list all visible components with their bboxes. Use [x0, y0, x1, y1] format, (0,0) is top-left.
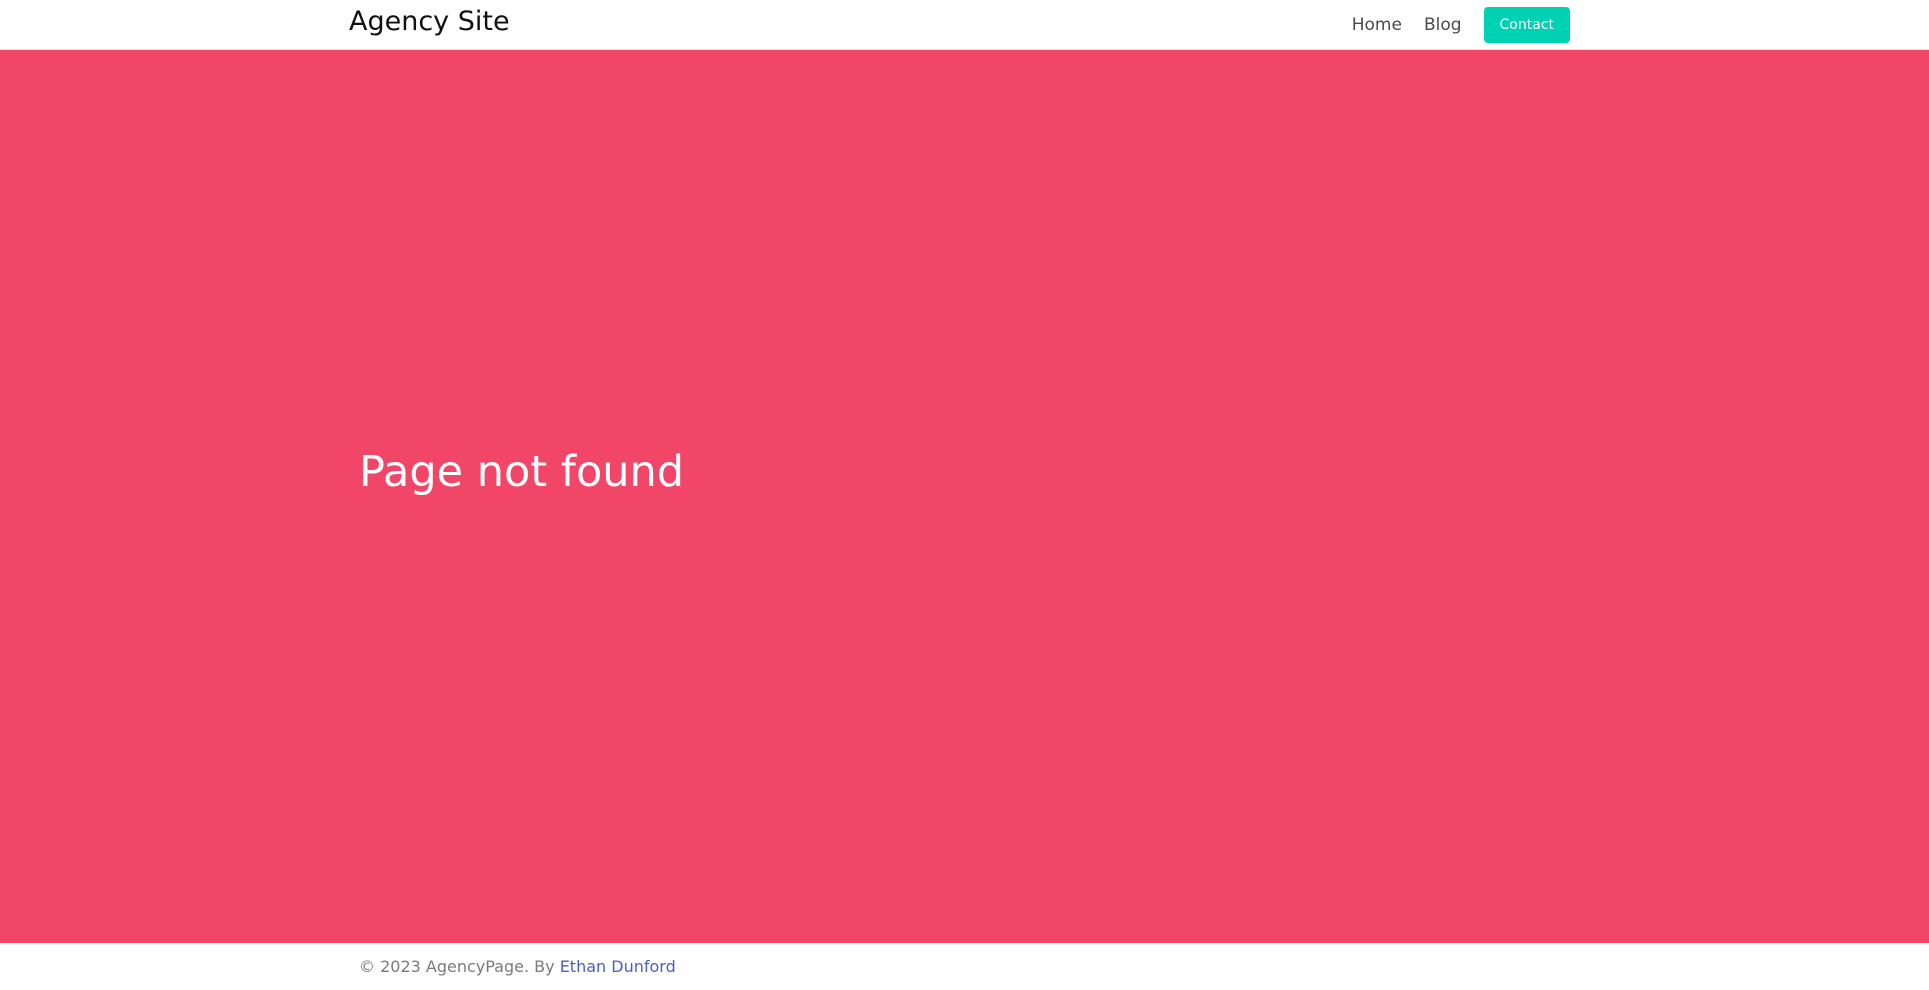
nav-links: Home Blog Contact [1352, 7, 1570, 43]
navbar: Agency Site Home Blog Contact [0, 0, 1929, 50]
page-title: Page not found [359, 447, 685, 497]
footer-text: © 2023 AgencyPage. By Ethan Dunford [359, 956, 676, 978]
nav-link-blog[interactable]: Blog [1424, 7, 1462, 43]
footer-author-link[interactable]: Ethan Dunford [560, 957, 676, 976]
footer-copyright: © 2023 AgencyPage. By [359, 957, 555, 976]
hero-section: Page not found [0, 50, 1929, 943]
nav-link-home[interactable]: Home [1352, 7, 1402, 43]
footer: © 2023 AgencyPage. By Ethan Dunford [0, 943, 1929, 990]
brand-logo-link[interactable]: Agency Site [349, 4, 510, 40]
contact-button[interactable]: Contact [1483, 7, 1570, 43]
